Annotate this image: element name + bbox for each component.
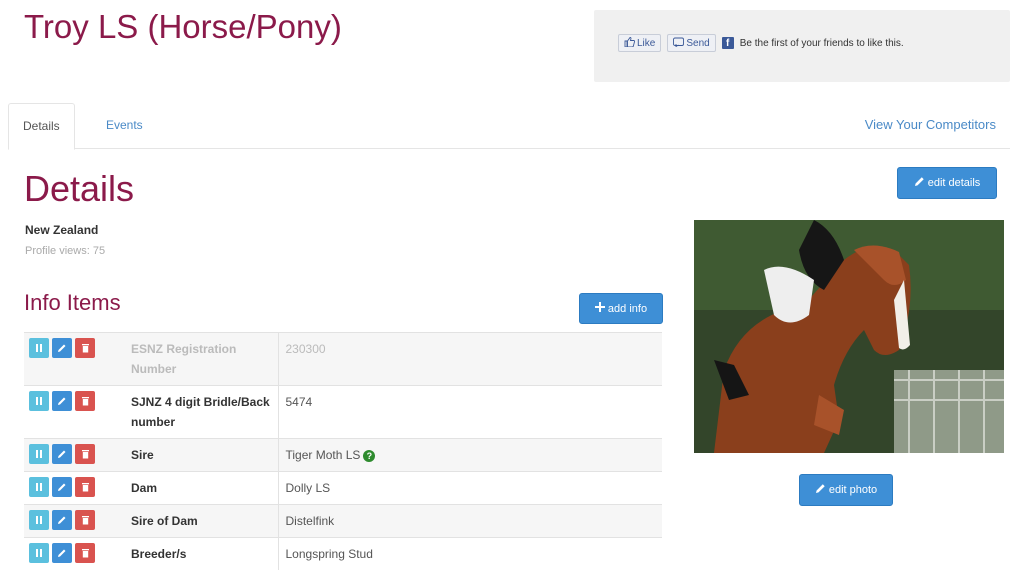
like-button[interactable]: Like bbox=[618, 34, 661, 52]
table-row: Sire of Dam Distelfink bbox=[24, 505, 662, 538]
edit-photo-label: edit photo bbox=[829, 484, 877, 496]
facebook-like-box: Like Send f Be the first of your friends… bbox=[594, 10, 1010, 82]
trash-icon[interactable] bbox=[75, 338, 95, 358]
pencil-icon[interactable] bbox=[52, 444, 72, 464]
info-label: Dam bbox=[124, 472, 278, 505]
info-label: Sire bbox=[124, 439, 278, 472]
trash-icon[interactable] bbox=[75, 444, 95, 464]
move-icon[interactable] bbox=[29, 391, 49, 411]
pencil-icon bbox=[914, 176, 925, 190]
edit-photo-button[interactable]: edit photo bbox=[799, 474, 893, 506]
edit-details-button[interactable]: edit details bbox=[897, 167, 997, 199]
info-label: Breeder/s bbox=[124, 538, 278, 570]
trash-icon[interactable] bbox=[75, 510, 95, 530]
details-heading: Details bbox=[24, 168, 134, 210]
send-button[interactable]: Send bbox=[667, 34, 715, 52]
plus-icon bbox=[595, 302, 605, 315]
info-label: SJNZ 4 digit Bridle/Back number bbox=[124, 386, 278, 439]
trash-icon[interactable] bbox=[75, 543, 95, 563]
like-label: Like bbox=[637, 38, 655, 49]
move-icon[interactable] bbox=[29, 338, 49, 358]
page-title: Troy LS (Horse/Pony) bbox=[24, 8, 342, 46]
pencil-icon[interactable] bbox=[52, 543, 72, 563]
tab-details[interactable]: Details bbox=[8, 103, 75, 150]
country: New Zealand bbox=[25, 223, 98, 237]
info-items-table: ESNZ Registration Number 230300 SJNZ 4 d… bbox=[24, 332, 662, 570]
info-items-heading: Info Items bbox=[24, 290, 121, 316]
view-competitors-link[interactable]: View Your Competitors bbox=[865, 103, 996, 147]
info-value: Tiger Moth LS bbox=[286, 448, 361, 462]
info-circle-icon[interactable]: ? bbox=[363, 450, 375, 462]
trash-icon[interactable] bbox=[75, 477, 95, 497]
move-icon[interactable] bbox=[29, 543, 49, 563]
info-value: Dolly LS bbox=[278, 472, 662, 505]
add-info-label: add info bbox=[608, 303, 647, 315]
pencil-icon[interactable] bbox=[52, 338, 72, 358]
table-row: Sire Tiger Moth LS? bbox=[24, 439, 662, 472]
trash-icon[interactable] bbox=[75, 391, 95, 411]
info-value: Longspring Stud bbox=[278, 538, 662, 570]
edit-details-label: edit details bbox=[928, 177, 981, 189]
horse-photo bbox=[694, 220, 1004, 453]
table-row: Breeder/s Longspring Stud bbox=[24, 538, 662, 570]
social-text: Be the first of your friends to like thi… bbox=[740, 38, 904, 49]
pencil-icon[interactable] bbox=[52, 510, 72, 530]
send-icon bbox=[673, 37, 684, 50]
info-value: 5474 bbox=[278, 386, 662, 439]
table-row: Dam Dolly LS bbox=[24, 472, 662, 505]
table-row: SJNZ 4 digit Bridle/Back number 5474 bbox=[24, 386, 662, 439]
move-icon[interactable] bbox=[29, 510, 49, 530]
table-row: ESNZ Registration Number 230300 bbox=[24, 333, 662, 386]
info-label: Sire of Dam bbox=[124, 505, 278, 538]
info-value: 230300 bbox=[278, 333, 662, 386]
pencil-icon[interactable] bbox=[52, 391, 72, 411]
info-label: ESNZ Registration Number bbox=[124, 333, 278, 386]
tab-events[interactable]: Events bbox=[92, 103, 157, 149]
add-info-button[interactable]: add info bbox=[579, 293, 663, 324]
move-icon[interactable] bbox=[29, 444, 49, 464]
send-label: Send bbox=[686, 38, 709, 49]
facebook-icon: f bbox=[722, 37, 734, 49]
thumbs-up-icon bbox=[624, 37, 635, 50]
pencil-icon[interactable] bbox=[52, 477, 72, 497]
info-value: Distelfink bbox=[278, 505, 662, 538]
pencil-icon bbox=[815, 483, 826, 497]
tab-bar: Details Events View Your Competitors bbox=[8, 103, 1010, 149]
move-icon[interactable] bbox=[29, 477, 49, 497]
profile-views: Profile views: 75 bbox=[25, 245, 105, 257]
